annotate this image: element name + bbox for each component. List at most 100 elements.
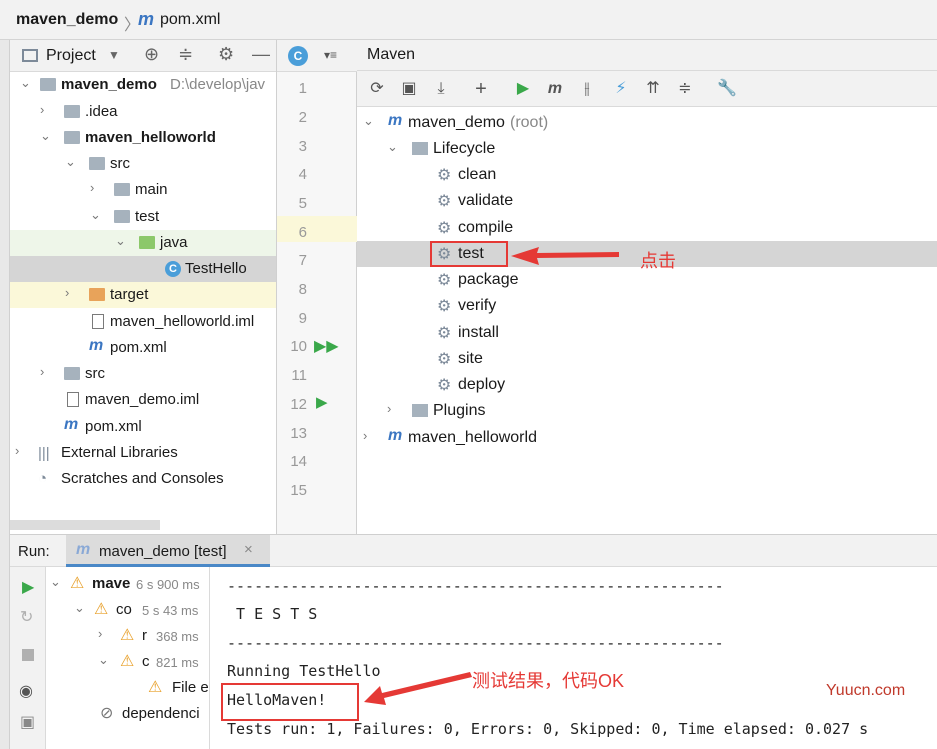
goal-label: clean: [458, 166, 497, 183]
project-panel-title[interactable]: Project: [46, 47, 96, 65]
lifecycle-goal-validate[interactable]: ⚙ validate: [357, 188, 937, 214]
maven-root-suffix: (root): [510, 114, 549, 131]
stop-icon[interactable]: [22, 649, 34, 661]
generate-sources-icon[interactable]: ▣: [397, 77, 421, 101]
run-tree-time: 821 ms: [156, 655, 199, 670]
tree-item-maven-demo[interactable]: ⌄ maven_demo D:\develop\jav: [10, 72, 276, 98]
tree-item-main[interactable]: › main: [10, 177, 276, 203]
chevron-down-icon[interactable]: ⌄: [40, 128, 51, 144]
maven-root-item[interactable]: ⌄ m maven_demo (root): [357, 110, 937, 136]
breadcrumb-project[interactable]: maven_demo: [16, 11, 118, 29]
maven-file-icon: m: [89, 337, 104, 354]
gear-icon[interactable]: ⚙: [218, 44, 234, 65]
chevron-down-icon[interactable]: ⌄: [363, 113, 374, 129]
collapse-all-icon[interactable]: ≑: [178, 44, 193, 65]
lifecycle-goal-verify[interactable]: ⚙ verify: [357, 293, 937, 319]
lifecycle-goal-deploy[interactable]: ⚙ deploy: [357, 372, 937, 398]
lifecycle-goal-clean[interactable]: ⚙ clean: [357, 162, 937, 188]
chevron-down-icon[interactable]: ⌄: [387, 139, 398, 155]
line-number: 5: [298, 195, 307, 212]
run-tree-time: 368 ms: [156, 629, 199, 644]
close-icon[interactable]: ×: [244, 541, 253, 558]
lifecycle-item[interactable]: ⌄ Lifecycle: [357, 136, 937, 162]
chevron-down-icon[interactable]: ⌄: [98, 652, 109, 668]
chevron-right-icon[interactable]: ›: [15, 443, 19, 458]
tree-item-idea[interactable]: › .idea: [10, 99, 276, 125]
maven-module-item[interactable]: › m maven_helloworld: [357, 425, 937, 451]
folder-icon: [114, 183, 130, 196]
chevron-down-icon[interactable]: ⌄: [90, 207, 101, 223]
rerun-icon[interactable]: ▶: [22, 577, 34, 597]
tree-item-target[interactable]: › target: [10, 282, 276, 308]
tree-item-external-libraries[interactable]: › ||| External Libraries: [10, 440, 276, 466]
chevron-down-icon[interactable]: ⌄: [65, 154, 76, 170]
java-class-icon[interactable]: C: [288, 46, 308, 66]
chevron-down-icon[interactable]: ⌄: [115, 233, 126, 249]
wrench-icon[interactable]: 🔧: [715, 77, 739, 101]
skip-tests-icon[interactable]: ⚡: [609, 77, 633, 101]
console-line: Running TestHello: [227, 662, 381, 680]
tree-item-label: src: [85, 365, 105, 382]
goal-label: package: [458, 271, 519, 288]
chevron-down-icon[interactable]: ⌄: [20, 75, 31, 91]
tree-item-label: java: [160, 234, 188, 251]
chevron-down-icon[interactable]: ⌄: [74, 600, 85, 616]
left-tool-stripe[interactable]: [0, 40, 10, 749]
camera-icon[interactable]: ▣: [20, 712, 35, 732]
maven-root-label: maven_demo: [408, 114, 505, 131]
rerun-failed-icon[interactable]: ↻: [20, 607, 33, 627]
chevron-down-icon[interactable]: ⌄: [50, 574, 61, 590]
add-icon[interactable]: +: [469, 77, 493, 101]
tree-item-label: Scratches and Consoles: [61, 470, 224, 487]
console-output[interactable]: ----------------------------------------…: [210, 567, 937, 749]
chevron-right-icon[interactable]: ›: [65, 285, 69, 300]
tree-item-scratches[interactable]: ◔ Scratches and Consoles: [10, 466, 276, 492]
line-number: 9: [298, 310, 307, 327]
tree-item-pom-xml[interactable]: m pom.xml: [10, 335, 276, 361]
tree-item-src-root[interactable]: › src: [10, 361, 276, 387]
chevron-down-icon[interactable]: ▼: [108, 48, 120, 62]
run-tree-time: 6 s 900 ms: [136, 577, 200, 592]
tree-item-maven-helloworld[interactable]: ⌄ maven_helloworld: [10, 125, 276, 151]
tab-list-icon[interactable]: ▾≡: [324, 48, 337, 62]
chevron-right-icon[interactable]: ›: [40, 102, 44, 117]
chevron-right-icon[interactable]: ›: [98, 626, 102, 641]
lifecycle-goal-site[interactable]: ⚙ site: [357, 346, 937, 372]
tree-item-test[interactable]: ⌄ test: [10, 204, 276, 230]
tree-item-java[interactable]: ⌄ java: [10, 230, 276, 256]
run-tab[interactable]: m maven_demo [test] ×: [66, 535, 270, 567]
tree-item-label: target: [110, 286, 149, 303]
reload-icon[interactable]: ⟳: [365, 77, 389, 101]
run-side-toolbar: ▶ ↻ ◉ ▣: [10, 567, 46, 749]
lifecycle-goal-compile[interactable]: ⚙ compile: [357, 215, 937, 241]
tree-item-testhello[interactable]: C TestHello: [10, 256, 276, 282]
plugins-item[interactable]: › Plugins: [357, 398, 937, 424]
tree-item-pom-xml-root[interactable]: m pom.xml: [10, 414, 276, 440]
collapse-all-icon[interactable]: ≑: [673, 77, 697, 101]
run-test-icon[interactable]: ▶: [316, 393, 328, 411]
locate-icon[interactable]: ⊕: [144, 44, 159, 65]
chevron-right-icon[interactable]: ›: [90, 180, 94, 195]
eye-icon[interactable]: ◉: [19, 681, 33, 701]
download-icon[interactable]: ⤓: [429, 77, 453, 101]
chevron-right-icon[interactable]: ›: [363, 428, 367, 443]
tree-item-maven-helloworld-iml[interactable]: maven_helloworld.iml: [10, 309, 276, 335]
breadcrumb-file[interactable]: pom.xml: [160, 11, 220, 29]
horizontal-scrollbar[interactable]: [10, 520, 160, 530]
tree-item-label: pom.xml: [110, 339, 167, 356]
chevron-right-icon[interactable]: ›: [40, 364, 44, 379]
tree-item-label: TestHello: [185, 260, 247, 277]
toggle-offline-icon[interactable]: ⫲: [575, 77, 599, 101]
execute-goal-icon[interactable]: m: [543, 77, 567, 101]
tree-item-maven-demo-iml[interactable]: maven_demo.iml: [10, 387, 276, 413]
tree-item-src[interactable]: ⌄ src: [10, 151, 276, 177]
show-dependencies-icon[interactable]: ⇈: [641, 77, 665, 101]
tree-item-label: maven_helloworld.iml: [110, 313, 255, 330]
lifecycle-goal-install[interactable]: ⚙ install: [357, 320, 937, 346]
run-all-tests-icon[interactable]: ▶▶: [314, 336, 339, 356]
run-icon[interactable]: ▶: [511, 77, 535, 101]
gear-icon: ⚙: [437, 167, 452, 184]
goal-label: verify: [458, 297, 497, 314]
chevron-right-icon[interactable]: ›: [387, 401, 391, 416]
hide-panel-icon[interactable]: —: [252, 44, 270, 65]
